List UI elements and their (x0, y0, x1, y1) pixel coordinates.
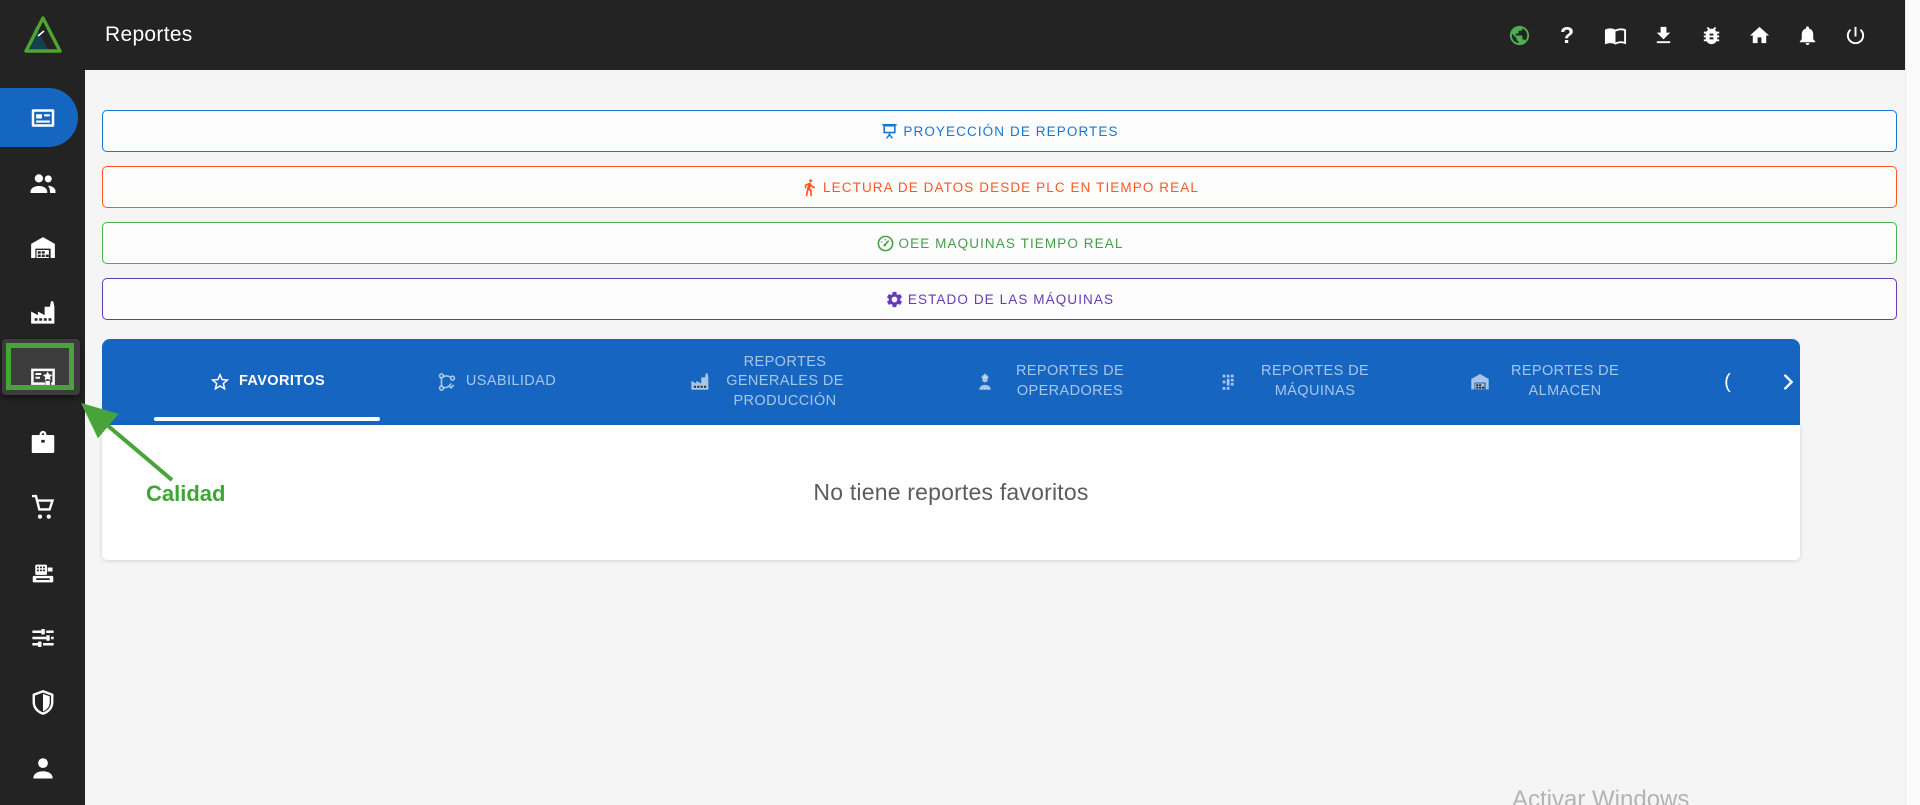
banner-label: OEE MAQUINAS TIEMPO REAL (898, 235, 1124, 251)
annotation-highlight-box (6, 343, 74, 390)
cart-icon (31, 494, 54, 519)
power-icon[interactable] (1843, 23, 1867, 47)
tab-favoritos[interactable]: FAVORITOS (152, 339, 382, 425)
topbar: Reportes ? (0, 0, 1905, 70)
tune-sliders-icon (31, 628, 54, 647)
banner-label: LECTURA DE DATOS DESDE PLC EN TIEMPO REA… (823, 179, 1199, 195)
main-content: PROYECCIÓN DE REPORTES LECTURA DE DATOS … (85, 70, 1905, 805)
help-icon[interactable]: ? (1555, 22, 1579, 48)
projector-screen-icon (882, 123, 897, 139)
warehouse-icon (30, 236, 55, 258)
bug-report-icon[interactable] (1699, 23, 1723, 47)
annotation-label: Calidad (146, 481, 226, 506)
tab-clipped-next[interactable]: ( (1680, 339, 1775, 425)
activate-windows-watermark: Activar Windows (1512, 786, 1690, 805)
empty-favorites-message: No tiene reportes favoritos (813, 479, 1089, 505)
tab-label: REPORTES DE ALMACEN (1510, 363, 1620, 399)
cash-register-icon (32, 564, 53, 582)
chevron-right-icon (1783, 374, 1793, 390)
sidebar-item-settings[interactable] (0, 605, 85, 670)
tab-reportes-operadores[interactable]: REPORTES DE OPERADORES (930, 339, 1180, 425)
gear-icon (886, 291, 902, 307)
page-title: Reportes (105, 23, 193, 46)
gauge-icon (877, 235, 893, 251)
shield-icon (32, 689, 53, 715)
notifications-icon[interactable] (1795, 23, 1819, 47)
tab-label: REPORTES DE OPERADORES (1015, 363, 1125, 399)
users-icon (30, 173, 55, 193)
sidebar-item-warehouse[interactable] (0, 215, 85, 280)
tab-label: REPORTES GENERALES DE PRODUCCIÓN (726, 353, 844, 409)
download-icon[interactable] (1651, 23, 1675, 47)
sidebar-item-production[interactable] (0, 280, 85, 345)
tab-reportes-generales-produccion[interactable]: REPORTES GENERALES DE PRODUCCIÓN (610, 339, 930, 425)
factory-icon (30, 300, 54, 324)
sidebar-item-security[interactable] (0, 670, 85, 735)
star-icon (210, 372, 230, 391)
tab-reportes-maquinas[interactable]: REPORTES DE MÁQUINAS (1180, 339, 1420, 425)
briefcase-icon (31, 430, 54, 453)
tab-label: REPORTES DE MÁQUINAS (1260, 363, 1370, 399)
sidebar-item-sales[interactable] (0, 475, 85, 540)
tab-usabilidad[interactable]: USABILIDAD (382, 339, 610, 425)
sidebar (0, 70, 85, 805)
sidebar-item-users[interactable] (0, 150, 85, 215)
tab-label: FAVORITOS (238, 373, 326, 390)
report-tabs: FAVORITOS USABILIDAD REPORTES GENERALES … (102, 339, 1800, 425)
tabs-leading-spacer (102, 339, 152, 425)
banner-label: PROYECCIÓN DE REPORTES (903, 123, 1119, 139)
globe-icon[interactable] (1507, 23, 1531, 47)
sidebar-item-reports[interactable] (0, 85, 85, 150)
tabs-scroll-right-button[interactable] (1775, 339, 1800, 425)
banner-oee-maquinas[interactable]: OEE MAQUINAS TIEMPO REAL (102, 222, 1897, 264)
operator-icon (979, 373, 991, 390)
favorites-panel: No tiene reportes favoritos (102, 425, 1800, 560)
reports-icon (31, 108, 54, 127)
sidebar-item-account[interactable] (0, 735, 85, 800)
banner-proyeccion-de-reportes[interactable]: PROYECCIÓN DE REPORTES (102, 110, 1897, 152)
banner-estado-maquinas[interactable]: ESTADO DE LAS MÁQUINAS (102, 278, 1897, 320)
tab-label: USABILIDAD (465, 373, 557, 390)
banner-label: ESTADO DE LAS MÁQUINAS (907, 291, 1115, 307)
sidebar-item-quality[interactable] (0, 339, 85, 410)
sidebar-item-cash-register[interactable] (0, 540, 85, 605)
tab-reportes-almacen[interactable]: REPORTES DE ALMACEN (1420, 339, 1680, 425)
warehouse-icon (1471, 374, 1489, 390)
running-person-icon (804, 178, 816, 196)
home-icon[interactable] (1747, 23, 1771, 47)
docs-book-icon[interactable] (1603, 23, 1627, 47)
machine-grid-icon (1222, 374, 1234, 390)
page-scrollbar[interactable] (1905, 0, 1920, 805)
topbar-actions: ? (1507, 22, 1867, 48)
app-logo[interactable] (0, 14, 85, 56)
banner-lectura-plc[interactable]: LECTURA DE DATOS DESDE PLC EN TIEMPO REA… (102, 166, 1897, 208)
logo-triangle-icon (23, 16, 62, 53)
active-tab-indicator (154, 417, 380, 421)
sidebar-item-work[interactable] (0, 410, 85, 475)
person-icon (32, 757, 53, 778)
factory-icon (691, 373, 709, 390)
usability-flow-icon (438, 373, 456, 391)
